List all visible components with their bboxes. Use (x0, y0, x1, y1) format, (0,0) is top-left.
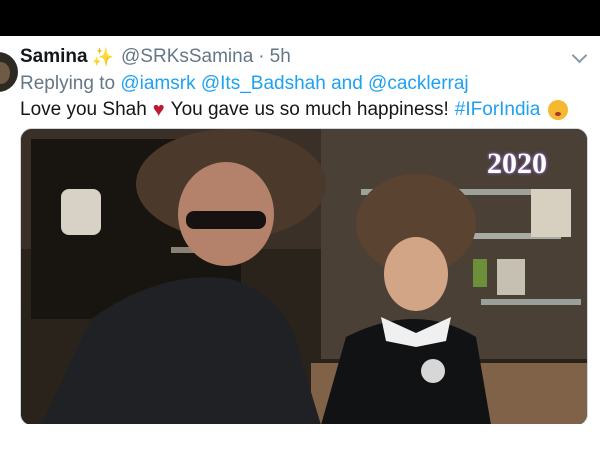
top-black-bar (0, 0, 600, 36)
tweet-text-part2: You gave us so much happiness! (170, 99, 449, 120)
tweet-header: Samina ✨ @SRKsSamina · 5h (20, 44, 291, 70)
user-handle[interactable]: @SRKsSamina (121, 46, 253, 68)
hashtag-link[interactable]: #IForIndia (455, 99, 541, 121)
more-options-icon[interactable] (571, 47, 588, 64)
bottom-strip (0, 424, 600, 450)
mention-iamsrk[interactable]: @iamsrk (120, 73, 195, 95)
tweet-text: Love you Shah ♥ You gave us so much happ… (20, 96, 569, 124)
replying-to-label: Replying to (20, 73, 116, 94)
user-avatar[interactable] (0, 52, 18, 92)
video-card[interactable]: 2020 (20, 128, 588, 426)
tweet-text-part1: Love you Shah (20, 99, 147, 120)
replying-to-line: Replying to @iamsrk @Its_Badshah and @ca… (20, 71, 469, 97)
mention-cacklerraj[interactable]: @cacklerraj (368, 73, 469, 95)
mention-its-badshah[interactable]: @Its_Badshah (201, 73, 326, 95)
separator-dot: · (258, 46, 265, 67)
kiss-face-icon (548, 100, 569, 120)
video-year-overlay: 2020 (487, 147, 547, 180)
sparkles-icon: ✨ (91, 46, 115, 67)
mention-conjunction: and (331, 73, 363, 94)
red-heart-icon: ♥ (152, 98, 165, 121)
tweet-timestamp[interactable]: 5h (270, 46, 291, 68)
display-name[interactable]: Samina (20, 46, 88, 68)
